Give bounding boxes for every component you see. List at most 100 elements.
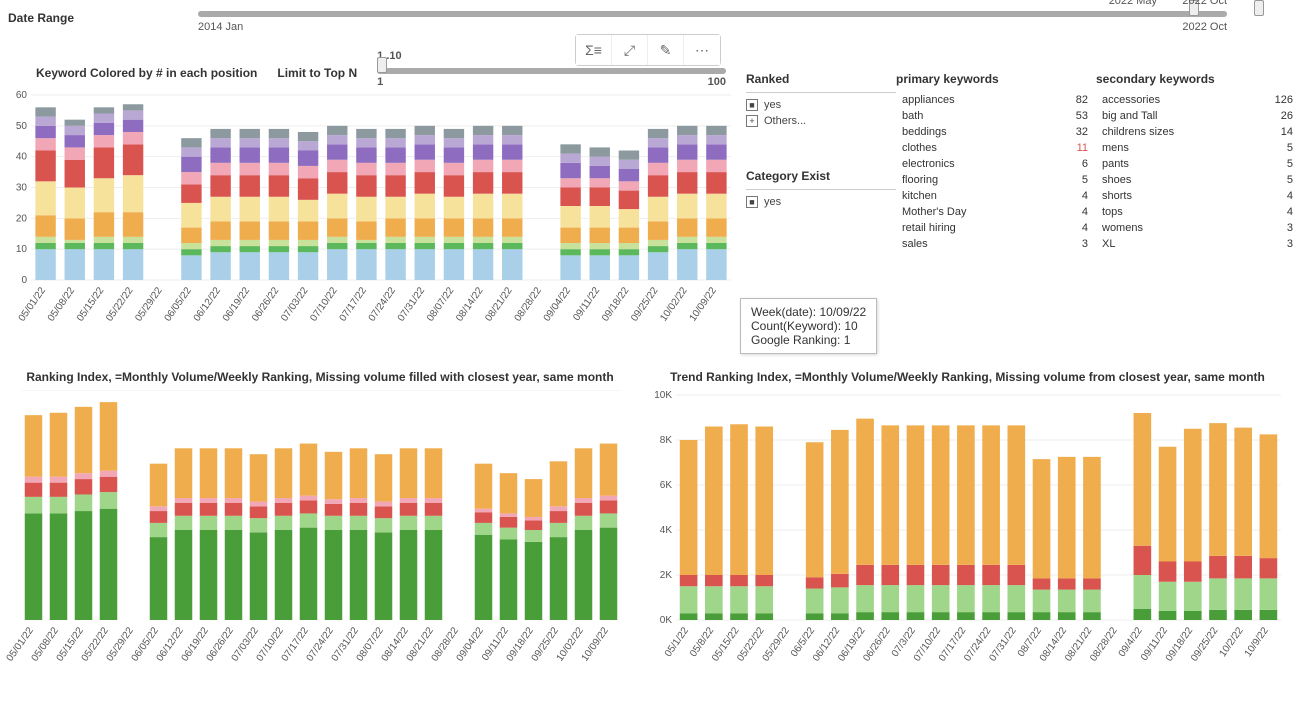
bar-segment[interactable]	[200, 448, 218, 498]
bar-segment[interactable]	[175, 503, 193, 516]
bar-segment[interactable]	[35, 215, 55, 237]
keyword-row[interactable]: flooring5	[896, 172, 1096, 188]
bar-segment[interactable]	[300, 513, 318, 527]
keyword-row[interactable]: tops4	[1096, 204, 1295, 220]
bar-segment[interactable]	[65, 160, 85, 188]
bar-segment[interactable]	[240, 129, 260, 138]
bar-segment[interactable]	[240, 240, 260, 246]
bar-segment[interactable]	[325, 499, 343, 504]
bar-segment[interactable]	[200, 498, 218, 503]
bar-segment[interactable]	[831, 430, 849, 574]
bar-segment[interactable]	[50, 413, 68, 477]
keyword-row[interactable]: shoes5	[1096, 172, 1295, 188]
bar-segment[interactable]	[706, 135, 726, 144]
bar-segment[interactable]	[123, 249, 143, 280]
bar-segment[interactable]	[385, 138, 405, 147]
bar-segment[interactable]	[298, 151, 318, 166]
bar-segment[interactable]	[525, 530, 543, 542]
bar-segment[interactable]	[1134, 413, 1152, 546]
bar-segment[interactable]	[327, 243, 347, 249]
bar-segment[interactable]	[385, 197, 405, 219]
bar-segment[interactable]	[415, 126, 435, 135]
bar-segment[interactable]	[1134, 575, 1152, 609]
bar-segment[interactable]	[907, 425, 925, 565]
bar-segment[interactable]	[350, 498, 368, 503]
bar-segment[interactable]	[550, 511, 568, 523]
bar-segment[interactable]	[327, 172, 347, 194]
bar-segment[interactable]	[325, 516, 343, 530]
bar-segment[interactable]	[1134, 609, 1152, 620]
bar-segment[interactable]	[123, 110, 143, 119]
bar-segment[interactable]	[677, 144, 697, 159]
bar-segment[interactable]	[25, 477, 43, 483]
bar-segment[interactable]	[1209, 610, 1227, 620]
bar-segment[interactable]	[730, 586, 748, 613]
bar-segment[interactable]	[755, 586, 773, 613]
keyword-row[interactable]: sales3	[896, 236, 1096, 252]
bar-segment[interactable]	[932, 565, 950, 585]
bar-segment[interactable]	[35, 237, 55, 243]
bar-segment[interactable]	[560, 154, 580, 163]
bar-segment[interactable]	[50, 513, 68, 620]
bar-segment[interactable]	[175, 530, 193, 620]
bar-segment[interactable]	[590, 188, 610, 207]
keyword-row[interactable]: bath53	[896, 108, 1096, 124]
bar-segment[interactable]	[619, 169, 639, 181]
bar-segment[interactable]	[269, 246, 289, 252]
bar-segment[interactable]	[150, 523, 168, 537]
bar-segment[interactable]	[932, 612, 950, 620]
bar-segment[interactable]	[400, 530, 418, 620]
bar-segment[interactable]	[680, 613, 698, 620]
bar-segment[interactable]	[677, 194, 697, 219]
bar-segment[interactable]	[444, 129, 464, 138]
bar-segment[interactable]	[65, 147, 85, 159]
bar-segment[interactable]	[400, 498, 418, 503]
bar-segment[interactable]	[677, 243, 697, 249]
bar-segment[interactable]	[298, 200, 318, 222]
bar-segment[interactable]	[94, 243, 114, 249]
bar-segment[interactable]	[250, 532, 268, 620]
keyword-row[interactable]: childrens sizes14	[1096, 124, 1295, 140]
bar-segment[interactable]	[65, 126, 85, 135]
bar-segment[interactable]	[123, 212, 143, 237]
bar-segment[interactable]	[706, 172, 726, 194]
bar-segment[interactable]	[473, 172, 493, 194]
bar-segment[interactable]	[150, 537, 168, 620]
bar-segment[interactable]	[680, 586, 698, 613]
bar-segment[interactable]	[560, 188, 580, 207]
bar-segment[interactable]	[502, 194, 522, 219]
bar-segment[interactable]	[298, 132, 318, 141]
bar-segment[interactable]	[210, 129, 230, 138]
bar-segment[interactable]	[181, 184, 201, 203]
bar-segment[interactable]	[210, 175, 230, 197]
bar-segment[interactable]	[856, 565, 874, 585]
bar-segment[interactable]	[415, 243, 435, 249]
bar-segment[interactable]	[327, 144, 347, 159]
bar-segment[interactable]	[35, 181, 55, 215]
bar-segment[interactable]	[250, 518, 268, 532]
bar-segment[interactable]	[325, 452, 343, 499]
bar-segment[interactable]	[957, 425, 975, 565]
bar-segment[interactable]	[65, 135, 85, 147]
bar-segment[interactable]	[575, 530, 593, 620]
bar-segment[interactable]	[473, 194, 493, 219]
bar-segment[interactable]	[575, 516, 593, 530]
bar-segment[interactable]	[502, 126, 522, 135]
bar-segment[interactable]	[560, 206, 580, 228]
bar-segment[interactable]	[1234, 578, 1252, 610]
bar-segment[interactable]	[550, 537, 568, 620]
bar-segment[interactable]	[444, 197, 464, 219]
bar-segment[interactable]	[35, 126, 55, 138]
bar-segment[interactable]	[356, 175, 376, 197]
bar-segment[interactable]	[35, 107, 55, 116]
bar-segment[interactable]	[385, 243, 405, 249]
bar-segment[interactable]	[502, 237, 522, 243]
toolbar-edit-button[interactable]: ✎	[648, 35, 684, 65]
bar-segment[interactable]	[327, 249, 347, 280]
bar-segment[interactable]	[385, 129, 405, 138]
bar-segment[interactable]	[385, 249, 405, 280]
bar-segment[interactable]	[1058, 457, 1076, 579]
bar-segment[interactable]	[94, 147, 114, 178]
bar-segment[interactable]	[25, 415, 43, 477]
bar-segment[interactable]	[648, 240, 668, 246]
